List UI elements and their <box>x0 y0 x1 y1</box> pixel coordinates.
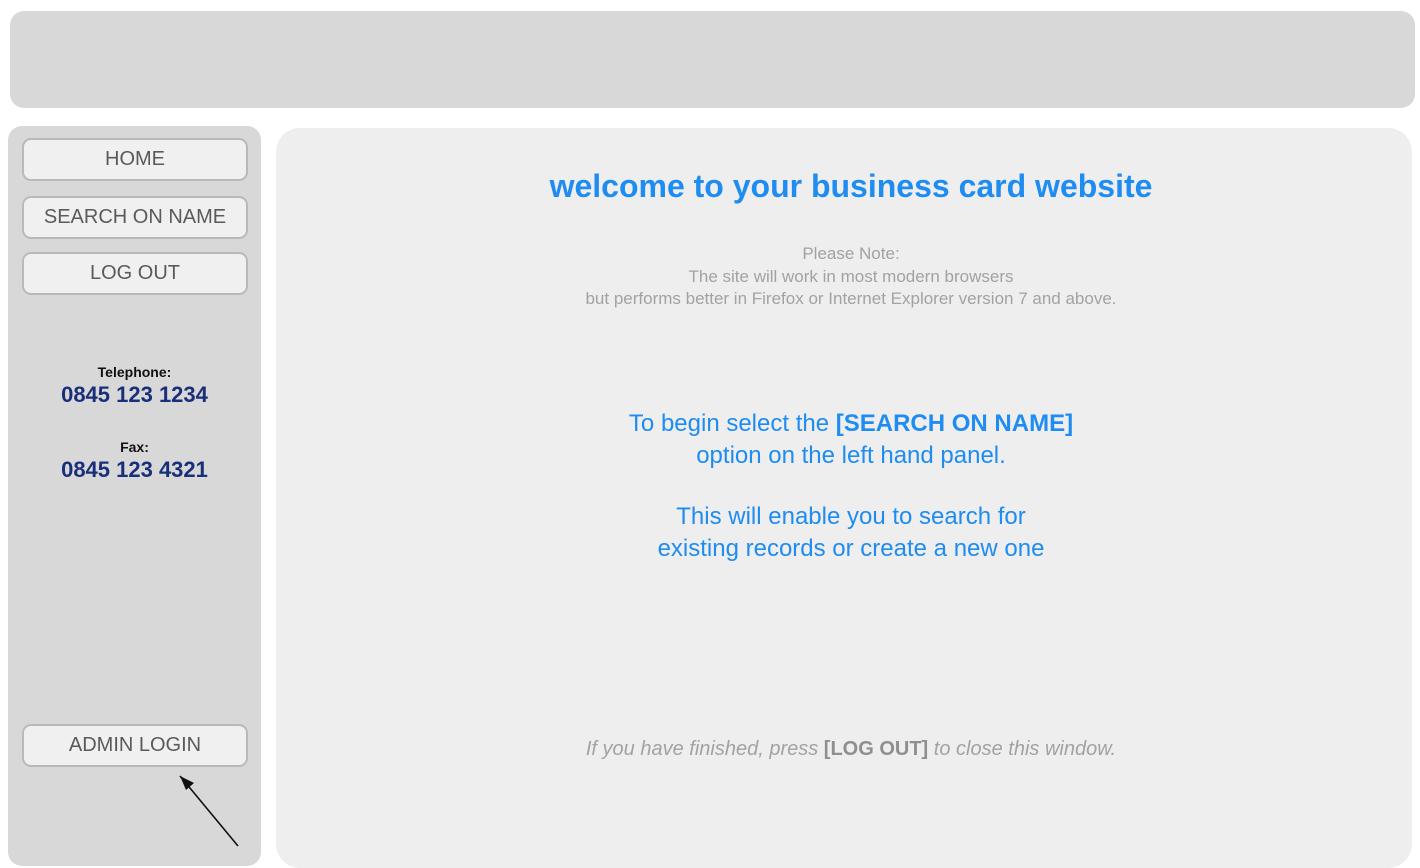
hint-text: If you have finished, press <box>585 738 824 760</box>
left-sidebar: HOME SEARCH ON NAME LOG OUT Telephone: 0… <box>8 126 261 866</box>
note-heading: Please Note: <box>802 244 900 263</box>
fax-number: 0845 123 4321 <box>61 457 208 482</box>
instruction-line: existing records or create a new one <box>657 534 1045 562</box>
instruction-line: This will enable you to search for <box>676 503 1026 530</box>
telephone-number: 0845 123 1234 <box>61 382 208 407</box>
browser-note: Please Note: The site will work in most … <box>276 243 1420 311</box>
home-button[interactable]: HOME <box>22 138 248 181</box>
instructions-block: To begin select the [SEARCH ON NAME] opt… <box>276 408 1420 564</box>
main-content-panel: welcome to your business card website Pl… <box>276 128 1412 868</box>
log-out-button[interactable]: LOG OUT <box>22 252 248 295</box>
note-line: The site will work in most modern browse… <box>688 266 1014 286</box>
arrow-up-left-icon <box>179 775 239 847</box>
hint-text: to close this window. <box>928 738 1117 760</box>
fax-label: Fax: <box>120 439 149 455</box>
search-on-name-button[interactable]: SEARCH ON NAME <box>22 196 248 239</box>
admin-login-button[interactable]: ADMIN LOGIN <box>22 724 248 767</box>
logout-hint: If you have finished, press [LOG OUT] to… <box>276 738 1420 761</box>
header-banner <box>10 11 1415 108</box>
instruction-line: option on the left hand panel. <box>696 441 1006 469</box>
instruction-text: To begin select the <box>628 410 836 437</box>
search-on-name-reference: [SEARCH ON NAME] <box>835 410 1074 437</box>
page-title: welcome to your business card website <box>549 168 1153 204</box>
instruction-line: To begin select the [SEARCH ON NAME] <box>276 408 1420 440</box>
note-line: but performs better in Firefox or Intern… <box>585 289 1117 308</box>
telephone-label: Telephone: <box>97 364 172 380</box>
log-out-reference: [LOG OUT] <box>823 738 929 760</box>
